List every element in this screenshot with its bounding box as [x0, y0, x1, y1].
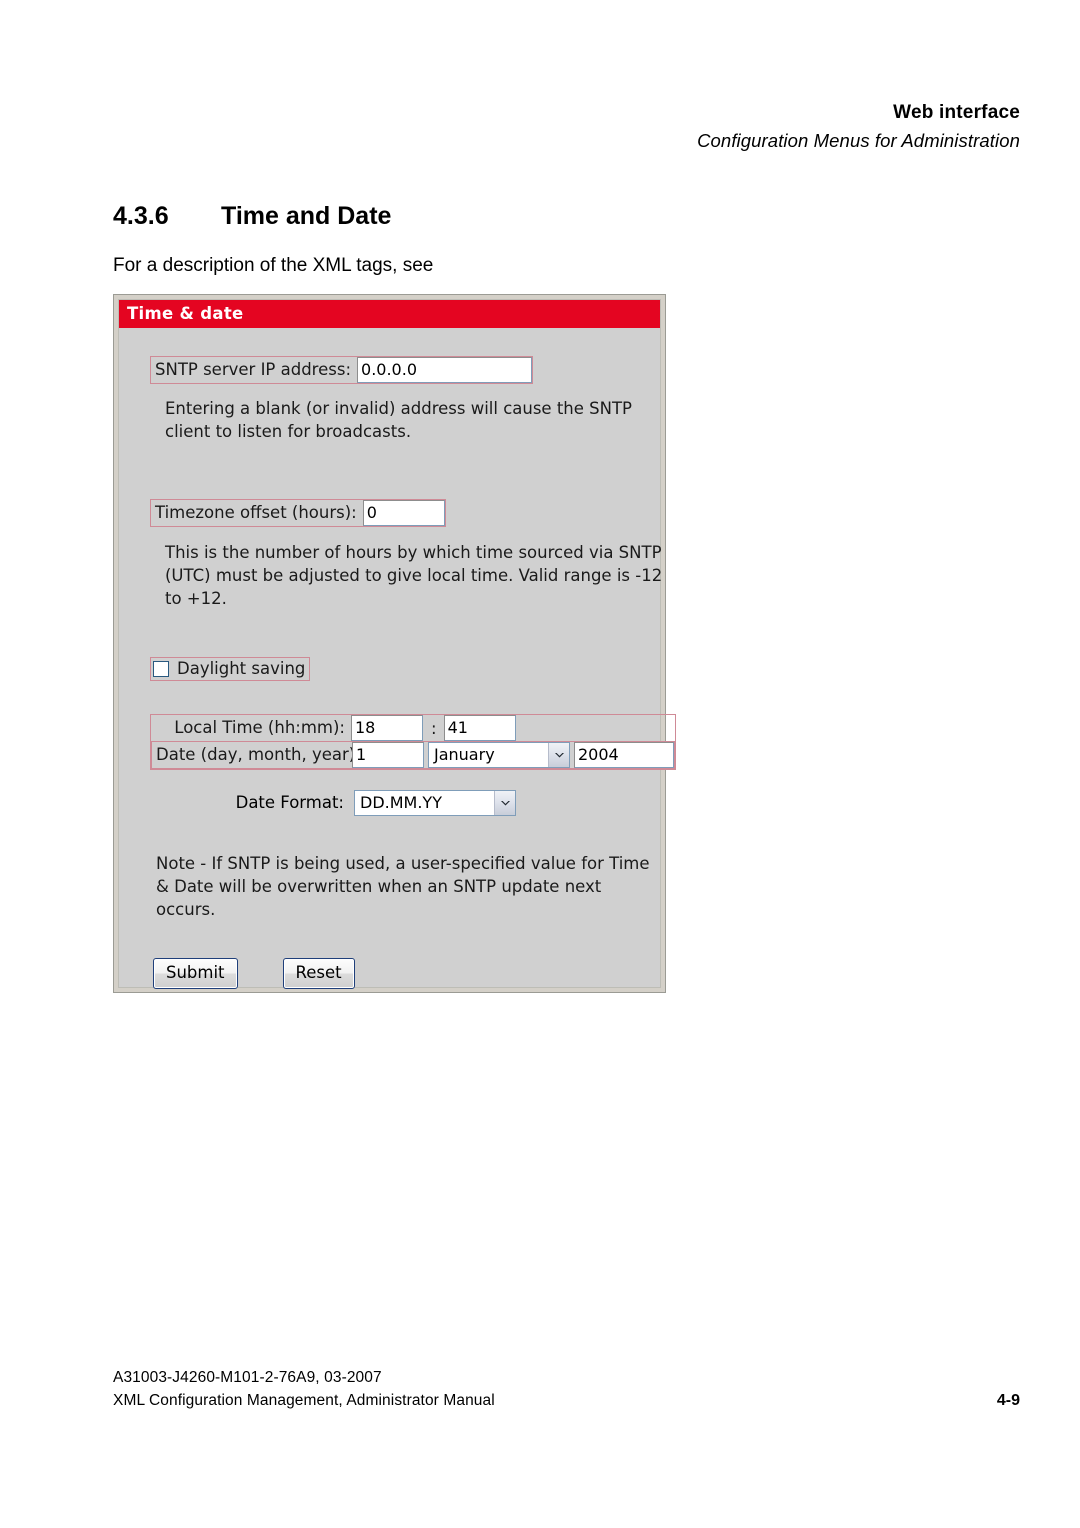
daylight-saving-row: Daylight saving — [150, 657, 311, 681]
local-time-label: Local Time (hh:mm): — [174, 718, 345, 737]
time-and-date-screenshot: Time & date SNTP server IP address: 0.0.… — [113, 294, 676, 993]
sntp-server-input[interactable]: 0.0.0.0 — [357, 357, 533, 383]
date-label: Date (day, month, year): — [156, 745, 361, 764]
chevron-down-icon[interactable] — [548, 743, 569, 767]
date-field-group: Date (day, month, year): 1 January 2004 — [151, 741, 675, 769]
screenshot-inner-frame: Time & date SNTP server IP address: 0.0.… — [118, 299, 676, 989]
timezone-help-text-wrap: This is the number of hours by which tim… — [165, 541, 665, 610]
footer-doc-id: A31003-J4260-M101-2-76A9, 03-2007 — [113, 1369, 382, 1386]
section-title: Time and Date — [221, 202, 392, 230]
panel-titlebar: Time & date — [119, 300, 660, 328]
header-subtitle: Configuration Menus for Administration — [697, 130, 1020, 151]
sntp-note-wrap: Note - If SNTP is being used, a user-spe… — [156, 852, 661, 921]
sntp-server-field-group: SNTP server IP address: 0.0.0.0 — [150, 356, 534, 384]
timezone-offset-label: Timezone offset (hours): — [155, 503, 357, 522]
date-format-value: DD.MM.YY — [360, 793, 442, 812]
reset-button[interactable]: Reset — [282, 958, 355, 989]
date-row: Date (day, month, year): 1 January 2004 — [151, 741, 675, 769]
page-title: 4.3.6 Time and Date — [113, 200, 913, 232]
local-time-row: Local Time (hh:mm): 18 : 41 — [151, 715, 675, 741]
timezone-offset-input[interactable]: 0 — [362, 500, 445, 526]
section-number: 4.3.6 — [113, 202, 169, 230]
timezone-offset-field-group: Timezone offset (hours): 0 — [150, 499, 446, 527]
time-date-form: SNTP server IP address: 0.0.0.0 Entering… — [119, 329, 676, 989]
sntp-help-text-wrap: Entering a blank (or invalid) address wi… — [165, 397, 635, 443]
page-footer: A31003-J4260-M101-2-76A9, 03-2007 XML Co… — [113, 1366, 1020, 1412]
local-time-hours-input[interactable]: 18 — [351, 715, 423, 741]
date-format-label: Date Format: — [235, 793, 344, 812]
timezone-help-text: This is the number of hours by which tim… — [165, 543, 663, 608]
footer-doc-title: XML Configuration Management, Administra… — [113, 1392, 495, 1409]
daylight-saving-label: Daylight saving — [177, 659, 306, 678]
sntp-note-text: Note - If SNTP is being used, a user-spe… — [156, 854, 650, 919]
time-separator: : — [431, 718, 437, 738]
daylight-saving-checkbox[interactable] — [153, 661, 169, 677]
chevron-down-icon[interactable] — [494, 791, 515, 815]
daylight-saving-group[interactable]: Daylight saving — [150, 657, 311, 681]
sntp-server-label: SNTP server IP address: — [155, 360, 352, 379]
date-format-row: Date Format: DD.MM.YY — [150, 790, 516, 816]
header-title: Web interface — [893, 102, 1020, 123]
sntp-help-text: Entering a blank (or invalid) address wi… — [165, 399, 632, 441]
date-format-select[interactable]: DD.MM.YY — [354, 790, 516, 816]
submit-button[interactable]: Submit — [153, 958, 238, 989]
local-time-minutes-input[interactable]: 41 — [443, 715, 516, 741]
timezone-offset-row: Timezone offset (hours): 0 — [150, 499, 446, 527]
form-buttons: Submit Reset — [153, 958, 355, 989]
intro-text: For a description of the XML tags, see — [113, 255, 434, 276]
date-year-input[interactable]: 2004 — [574, 742, 674, 768]
page-number: 4-9 — [996, 1392, 1020, 1409]
date-month-value: January — [434, 745, 495, 764]
page-header: Web interface Configuration Menus for Ad… — [60, 100, 1020, 156]
sntp-server-row: SNTP server IP address: 0.0.0.0 — [150, 356, 534, 384]
footer-bottom-row: XML Configuration Management, Administra… — [113, 1389, 1020, 1412]
date-day-input[interactable]: 1 — [352, 742, 424, 768]
date-month-select[interactable]: January — [428, 742, 570, 768]
local-time-date-block: Local Time (hh:mm): 18 : 41 Date (day, m… — [150, 714, 676, 770]
